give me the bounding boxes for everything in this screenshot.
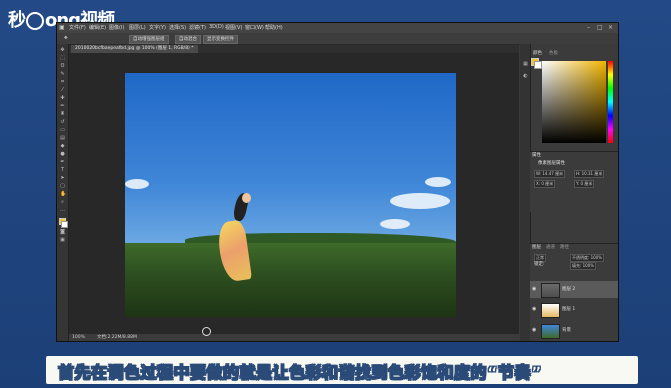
layer-row[interactable]: ◉ 图层 1: [530, 301, 618, 318]
document-tab[interactable]: 2010020bcfbaepeafbd.jpg @ 100% (图层 1, RG…: [71, 45, 198, 53]
crop-icon[interactable]: ⌗: [60, 80, 65, 85]
menu-file[interactable]: 文件(F): [69, 24, 86, 31]
width-field[interactable]: W: 14.47 厘米: [534, 170, 566, 178]
caption-bar: 首先在调色过程中要做的就是让色彩和谐找到色彩饱和度的“节奏”: [46, 356, 638, 384]
logo-ring-icon: [26, 12, 44, 30]
caption-text: 首先在调色过程中要做的就是让色彩和谐找到色彩饱和度的“节奏”: [58, 363, 543, 383]
layer-thumbnail: [541, 283, 560, 298]
layer-row[interactable]: ◉ 背景: [530, 322, 618, 339]
tab-color[interactable]: 颜色: [533, 51, 542, 57]
layer-name: 背景: [562, 328, 571, 333]
properties-title: 属性: [532, 153, 541, 158]
canvas-area[interactable]: [69, 53, 519, 334]
move-icon[interactable]: ✥: [60, 48, 65, 53]
history-panel-icon[interactable]: ▦: [523, 62, 528, 67]
more-tools-icon[interactable]: …: [60, 208, 65, 213]
tab-layers[interactable]: 图层: [532, 245, 541, 251]
menu-edit[interactable]: 编辑(E): [89, 24, 106, 31]
visibility-eye-icon[interactable]: ◉: [532, 322, 536, 339]
background-color-swatch[interactable]: [61, 221, 68, 228]
show-transform-button[interactable]: 显示变换控件: [203, 35, 238, 44]
quick-mask-icon[interactable]: ◙: [60, 230, 65, 235]
pen-icon[interactable]: ✒: [60, 160, 65, 165]
menu-select[interactable]: 选择(S): [169, 24, 186, 31]
cloud: [125, 179, 149, 189]
lasso-icon[interactable]: ʘ: [60, 64, 65, 69]
menu-help[interactable]: 帮助(H): [265, 24, 283, 31]
auto-blend-button[interactable]: 自动混合: [175, 35, 201, 44]
document-tabbar: 2010020bcfbaepeafbd.jpg @ 100% (图层 1, RG…: [69, 45, 519, 53]
menu-view[interactable]: 视图(V): [225, 24, 242, 31]
gradient-icon[interactable]: ▤: [60, 136, 65, 141]
menu-type[interactable]: 文字(Y): [149, 24, 166, 31]
maximize-icon[interactable]: □: [597, 24, 603, 31]
cloud: [380, 219, 410, 229]
ps-logo-icon: ▣: [59, 24, 65, 31]
marquee-icon[interactable]: ⬚: [60, 56, 65, 61]
menubar: ▣ 文件(F) 编辑(E) 图像(I) 图层(L) 文字(Y) 选择(S) 滤镜…: [57, 23, 618, 33]
screen-mode-icon[interactable]: ▣: [60, 238, 65, 243]
adjustments-panel-icon[interactable]: ◐: [523, 74, 528, 79]
menu-image[interactable]: 图像(I): [109, 24, 124, 31]
visibility-eye-icon[interactable]: ◉: [532, 301, 536, 318]
menu-window[interactable]: 窗口(W): [245, 24, 264, 31]
healing-icon[interactable]: ✚: [60, 96, 65, 101]
blur-icon[interactable]: ◆: [60, 144, 65, 149]
y-field[interactable]: Y: 0 厘米: [574, 180, 595, 188]
minimize-icon[interactable]: –: [587, 24, 590, 31]
zoom-icon[interactable]: ⌕: [60, 200, 65, 205]
properties-panel: 属性 像素图层属性 W: 14.47 厘米 H: 10.31 厘米 X: 0 厘…: [530, 151, 618, 212]
height-field[interactable]: H: 10.31 厘米: [574, 170, 605, 178]
lock-label: 锁定:: [534, 262, 545, 267]
cloud: [425, 177, 451, 187]
quick-select-icon[interactable]: ✎: [60, 72, 65, 77]
layer-thumbnail: [541, 324, 560, 339]
menu-filter[interactable]: 滤镜(T): [189, 24, 206, 31]
x-field[interactable]: X: 0 厘米: [534, 180, 556, 188]
layer-thumbnail: [541, 303, 560, 318]
visibility-eye-icon[interactable]: ◉: [532, 281, 536, 298]
type-icon[interactable]: T: [60, 168, 65, 173]
path-select-icon[interactable]: ➤: [60, 176, 65, 181]
mouse-cursor-icon: [202, 327, 211, 336]
eraser-icon[interactable]: ▭: [60, 128, 65, 133]
close-icon[interactable]: ×: [608, 24, 613, 31]
fill-field[interactable]: 填充: 100%: [570, 262, 597, 270]
layer-name: 图层 1: [562, 307, 576, 312]
layer-row[interactable]: ◉ 图层 2: [530, 281, 618, 298]
tab-channels[interactable]: 通道: [546, 245, 555, 251]
opacity-field[interactable]: 不透明度: 100%: [570, 254, 605, 262]
history-brush-icon[interactable]: ↺: [60, 120, 65, 125]
shape-icon[interactable]: ▢: [60, 184, 65, 189]
cloud: [390, 193, 450, 209]
doc-size: 文档:2.22M/8.88M: [97, 335, 137, 340]
blend-mode-select[interactable]: 正常: [534, 254, 546, 262]
color-picker-field[interactable]: [542, 61, 606, 143]
brush-icon[interactable]: ✏: [60, 104, 65, 109]
tools-panel: ✥ ⬚ ʘ ✎ ⌗ ⁄ ✚ ✏ ♜ ↺ ▭ ▤ ◆ ● ✒ T ➤ ▢ ✋ ⌕ …: [57, 44, 69, 341]
properties-subtitle: 像素图层属性: [538, 161, 565, 166]
layers-panel: 图层 通道 路径 正常 不透明度: 100% 锁定: 填充: 100% ◉ 图层…: [530, 243, 618, 341]
tab-paths[interactable]: 路径: [560, 245, 569, 251]
status-bar: 100% 文档:2.22M/8.88M: [69, 334, 519, 341]
layer-name: 图层 2: [562, 287, 576, 292]
photo-subject-head: [242, 193, 251, 203]
panel-background-swatch[interactable]: [534, 61, 542, 69]
tab-swatches[interactable]: 色板: [549, 51, 558, 57]
hand-icon[interactable]: ✋: [60, 192, 66, 197]
menu-layer[interactable]: 图层(L): [129, 24, 146, 31]
photo-canvas[interactable]: [125, 73, 456, 317]
menu-3d[interactable]: 3D(D): [209, 24, 224, 30]
dodge-icon[interactable]: ●: [60, 152, 65, 157]
move-tool-icon[interactable]: ✥: [61, 35, 71, 42]
zoom-level[interactable]: 100%: [72, 334, 85, 341]
auto-select-button[interactable]: 自动增强图层组: [129, 35, 169, 44]
eyedropper-icon[interactable]: ⁄: [60, 88, 65, 93]
photo-grass: [125, 243, 456, 317]
hue-slider[interactable]: [608, 61, 613, 143]
stamp-icon[interactable]: ♜: [60, 112, 65, 117]
photoshop-window: ▣ 文件(F) 编辑(E) 图像(I) 图层(L) 文字(Y) 选择(S) 滤镜…: [56, 22, 619, 342]
